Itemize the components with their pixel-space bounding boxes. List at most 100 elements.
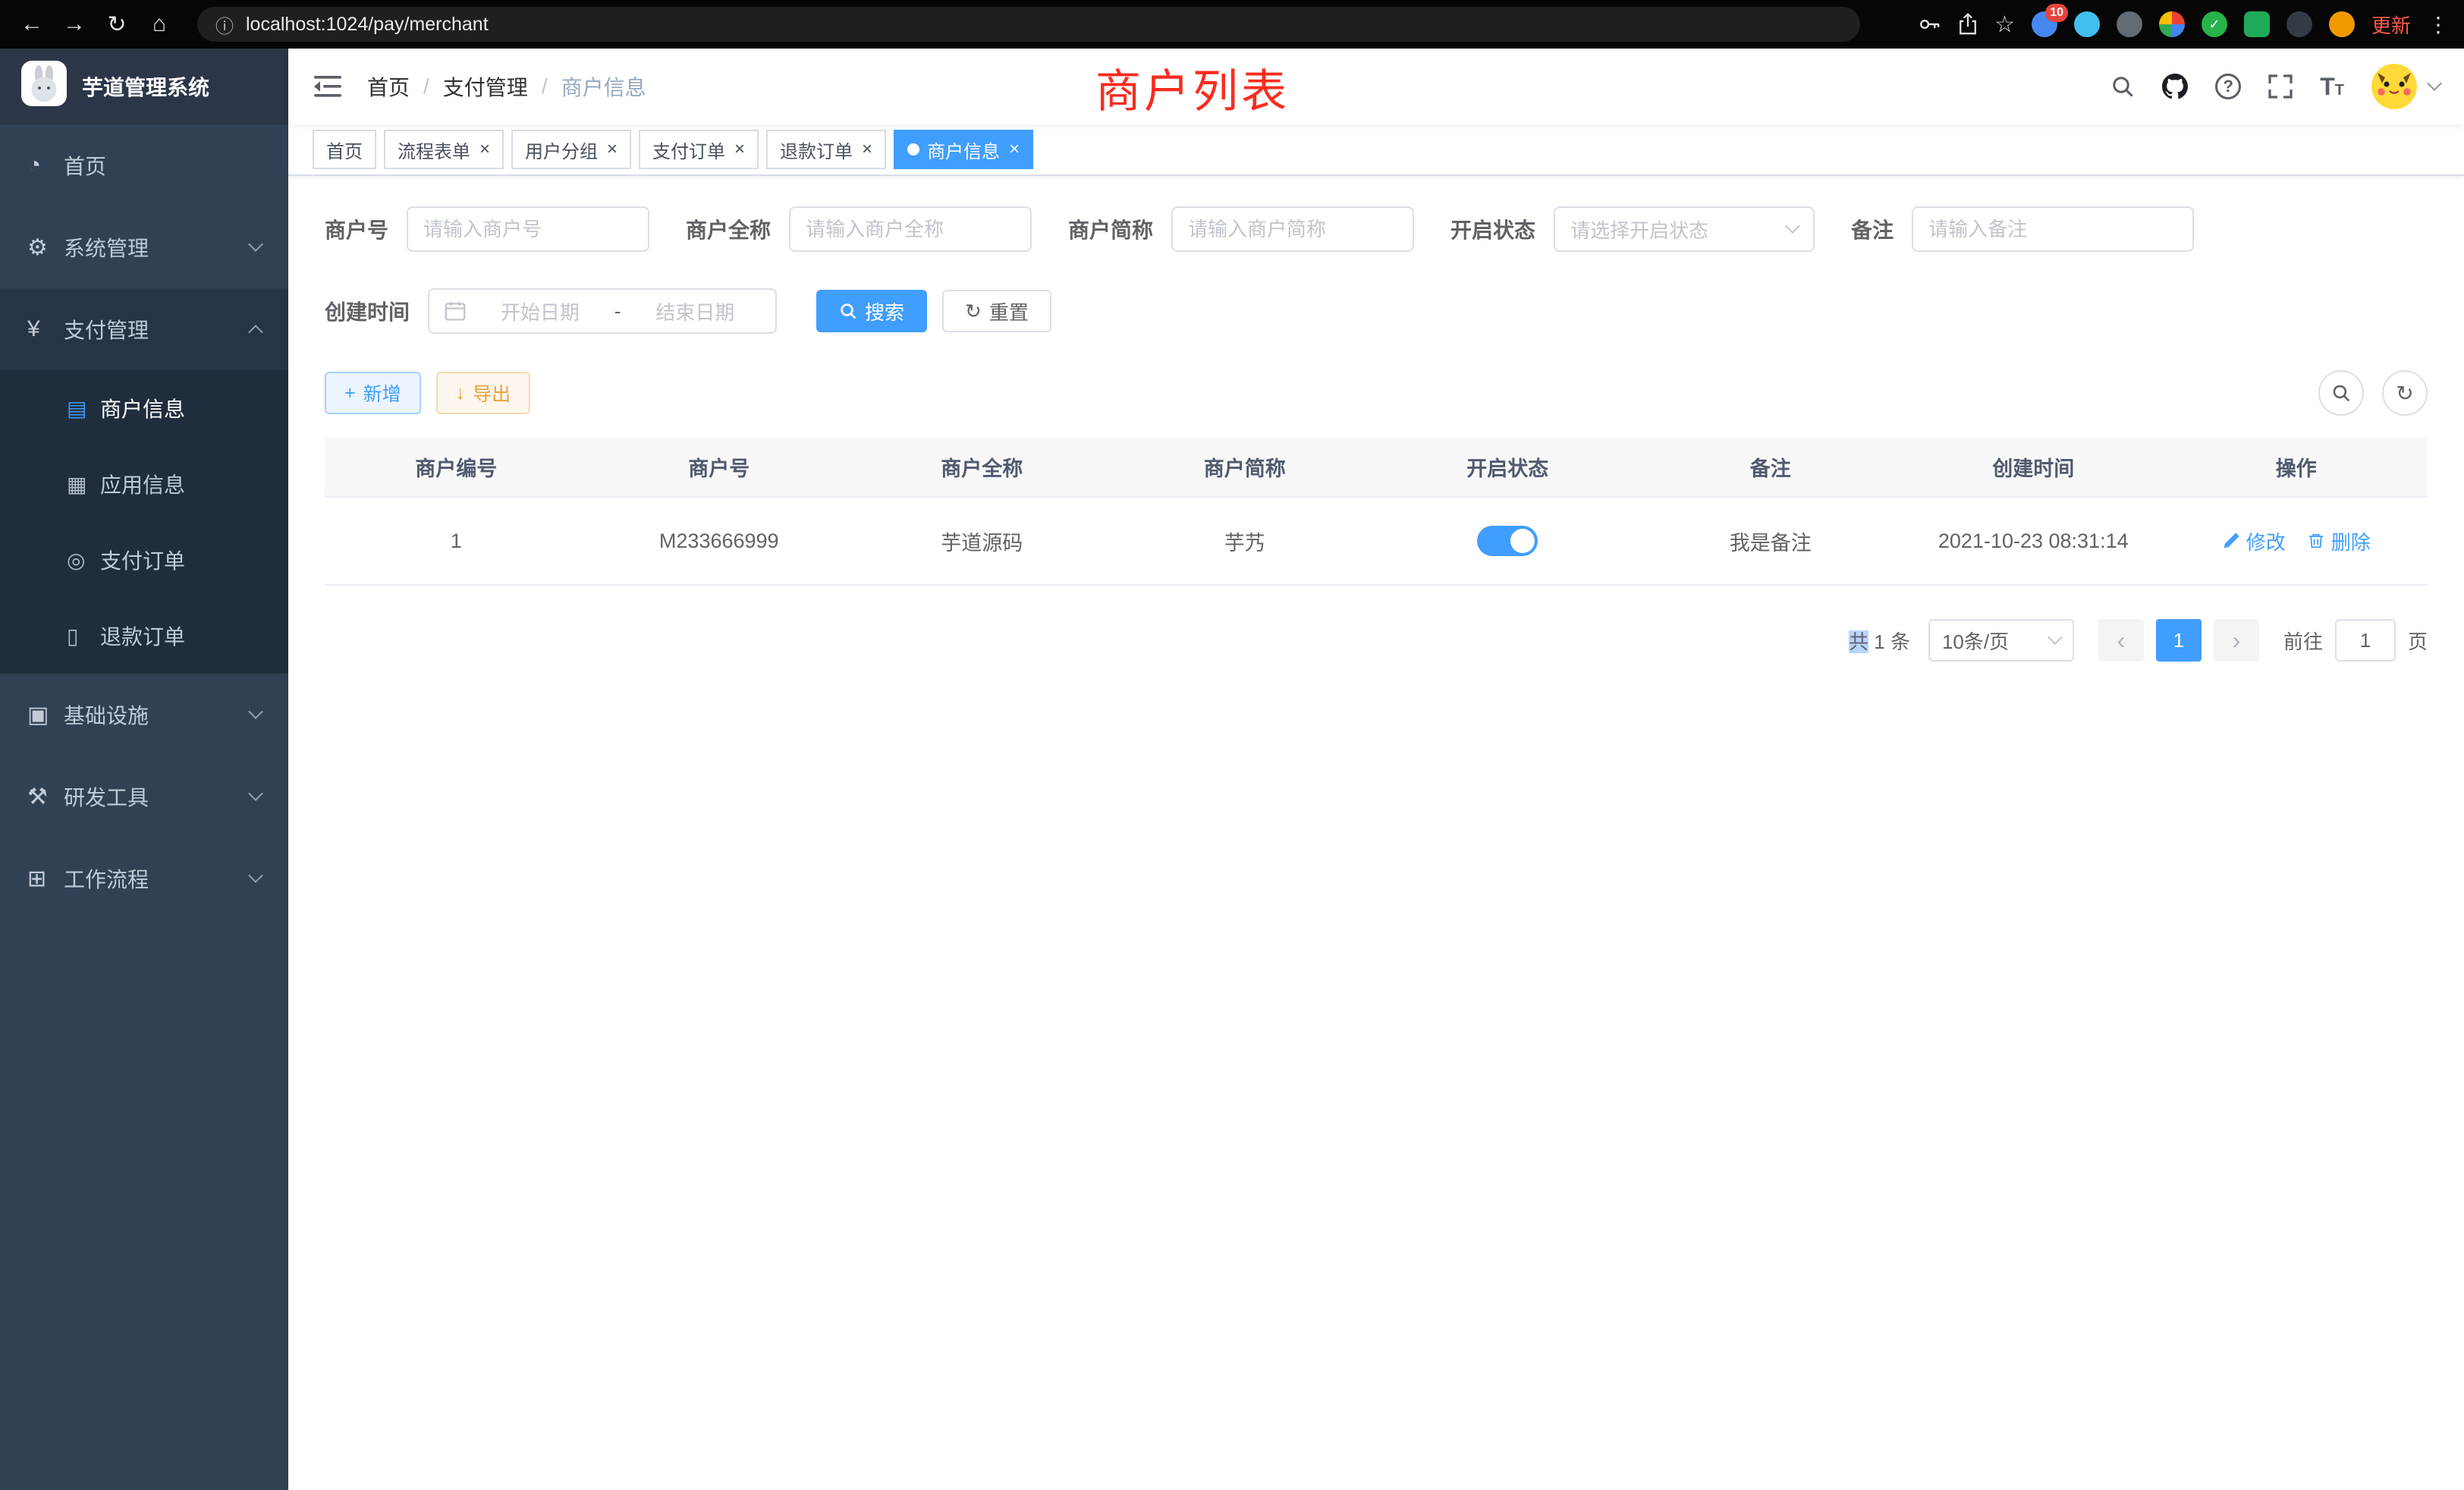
extension-icon-dark[interactable]	[2286, 11, 2312, 37]
yen-icon: ¥	[27, 316, 64, 342]
font-size-icon[interactable]: TT	[2320, 73, 2344, 101]
full-name-label: 商户全称	[686, 214, 771, 244]
close-icon[interactable]: ×	[734, 140, 745, 159]
breadcrumb-home[interactable]: 首页	[367, 71, 410, 102]
header-cell: 操作	[2165, 437, 2428, 498]
github-icon[interactable]	[2162, 74, 2188, 99]
total-count: 共 1 条	[1849, 627, 1910, 655]
extension-icon-green-square[interactable]	[2244, 11, 2270, 37]
cell-create-time: 2021-10-23 08:31:14	[1902, 498, 2165, 586]
pagination: 共 1 条 10条/页 ‹ 1 › 前往 页	[325, 619, 2428, 662]
status-toggle[interactable]	[1477, 526, 1538, 556]
top-navbar: 首页 / 支付管理 / 商户信息 ?	[288, 49, 2464, 124]
extension-icon-puzzle[interactable]: 10	[2032, 11, 2057, 37]
extension-icon-colorful[interactable]	[2159, 11, 2185, 37]
refresh-table-button[interactable]: ↻	[2382, 370, 2428, 416]
toggle-knob	[1510, 529, 1535, 553]
bookmark-star-icon[interactable]: ☆	[1994, 11, 2015, 38]
full-name-input[interactable]	[789, 206, 1032, 252]
date-range-picker[interactable]: 开始日期 - 结束日期	[428, 288, 777, 334]
address-bar[interactable]: ⓘ localhost:1024/pay/merchant	[197, 7, 1860, 42]
dashboard-icon: ◔	[27, 152, 64, 178]
tab-refund-order[interactable]: 退款订单 ×	[766, 130, 886, 169]
browser-forward-icon[interactable]: →	[58, 11, 91, 37]
start-date-placeholder[interactable]: 开始日期	[475, 297, 605, 325]
page-size-value: 10条/页	[1942, 627, 2009, 655]
sidebar-item-devtools[interactable]: ⚒ 研发工具	[0, 756, 288, 838]
remark-input[interactable]	[1912, 206, 2194, 252]
search-button[interactable]: 搜索	[816, 290, 927, 332]
sidebar-item-label: 商户信息	[100, 393, 185, 423]
document-icon: ▯	[67, 624, 100, 649]
password-key-icon[interactable]	[1919, 13, 1941, 36]
filter-row-2: 创建时间 开始日期 - 结束日期 搜索	[325, 288, 2428, 334]
reset-button[interactable]: ↻ 重置	[942, 290, 1051, 332]
merchant-no-input[interactable]	[407, 206, 649, 252]
sidebar-item-home[interactable]: ◔ 首页	[0, 124, 288, 206]
browser-menu-icon[interactable]: ⋮	[2428, 12, 2449, 37]
breadcrumb-payment[interactable]: 支付管理	[443, 71, 528, 102]
tab-pay-order[interactable]: 支付订单 ×	[639, 130, 759, 169]
sidebar-item-payment[interactable]: ¥ 支付管理	[0, 288, 288, 370]
logo[interactable]: 芋道管理系统	[0, 49, 288, 124]
sidebar-item-merchant-info[interactable]: ▤ 商户信息	[0, 370, 288, 446]
extension-icon-check[interactable]: ✓	[2202, 11, 2227, 37]
close-icon[interactable]: ×	[862, 140, 872, 159]
search-icon[interactable]	[2110, 74, 2135, 99]
fullscreen-icon[interactable]	[2268, 74, 2293, 99]
next-page-button[interactable]: ›	[2214, 619, 2259, 662]
goto-page-input[interactable]	[2335, 619, 2396, 662]
app-title: 芋道管理系统	[82, 71, 209, 102]
close-icon[interactable]: ×	[479, 140, 490, 159]
status-select[interactable]: 请选择开启状态	[1554, 206, 1815, 252]
sidebar-item-label: 应用信息	[100, 469, 185, 499]
browser-reload-icon[interactable]: ↻	[100, 11, 134, 38]
sidebar-item-app-info[interactable]: ▦ 应用信息	[0, 446, 288, 522]
tab-merchant-info[interactable]: 商户信息 ×	[894, 130, 1033, 169]
close-icon[interactable]: ×	[607, 140, 618, 159]
prev-page-button[interactable]: ‹	[2098, 619, 2144, 662]
sidebar-toggle-icon[interactable]	[313, 74, 343, 99]
end-date-placeholder[interactable]: 结束日期	[630, 297, 760, 325]
sidebar-item-system[interactable]: ⚙ 系统管理	[0, 206, 288, 288]
browser-home-icon[interactable]: ⌂	[143, 11, 176, 37]
share-icon[interactable]	[1958, 13, 1978, 36]
chevron-down-icon	[248, 237, 263, 252]
order-icon: ◎	[67, 548, 100, 573]
toggle-search-button[interactable]	[2318, 370, 2364, 416]
export-button[interactable]: ↓ 导出	[436, 372, 531, 414]
merchant-table: 商户编号 商户号 商户全称 商户简称 开启状态 备注 创建时间 操作 1 M23…	[325, 437, 2428, 586]
user-menu[interactable]	[2371, 64, 2440, 109]
card-icon: ▤	[67, 396, 100, 421]
browser-update-button[interactable]: 更新	[2371, 11, 2411, 39]
browser-back-icon[interactable]: ←	[15, 11, 49, 37]
sidebar-item-pay-order[interactable]: ◎ 支付订单	[0, 522, 288, 598]
extension-icon-gray[interactable]	[2117, 11, 2142, 37]
short-name-input[interactable]	[1171, 206, 1414, 252]
sidebar-item-label: 退款订单	[100, 621, 185, 651]
chevron-down-icon	[2048, 630, 2063, 645]
sidebar-item-label: 研发工具	[64, 781, 149, 812]
breadcrumb-separator: /	[542, 74, 548, 99]
workflow-icon: ⊞	[27, 866, 64, 892]
extension-icon-drop[interactable]	[2074, 11, 2100, 37]
page-size-select[interactable]: 10条/页	[1928, 619, 2074, 662]
tab-user-group[interactable]: 用户分组 ×	[511, 130, 631, 169]
cell-status	[1376, 498, 1639, 586]
tab-process-form[interactable]: 流程表单 ×	[384, 130, 504, 169]
avatar[interactable]	[2371, 64, 2417, 109]
sidebar-item-refund-order[interactable]: ▯ 退款订单	[0, 598, 288, 674]
extension-icon-orange[interactable]	[2329, 11, 2355, 37]
close-icon[interactable]: ×	[1009, 140, 1020, 159]
short-name-label: 商户简称	[1068, 214, 1153, 244]
sidebar-item-label: 支付管理	[64, 314, 149, 344]
sidebar-item-workflow[interactable]: ⊞ 工作流程	[0, 838, 288, 919]
delete-link[interactable]: 删除	[2307, 527, 2371, 555]
page-number-current[interactable]: 1	[2156, 619, 2202, 662]
page-info-icon[interactable]: ⓘ	[215, 11, 234, 38]
help-icon[interactable]: ?	[2215, 74, 2241, 99]
edit-link[interactable]: 修改	[2222, 527, 2286, 555]
sidebar-item-infra[interactable]: ▣ 基础设施	[0, 674, 288, 756]
add-button[interactable]: + 新增	[325, 372, 421, 414]
tab-home[interactable]: 首页	[313, 130, 376, 169]
